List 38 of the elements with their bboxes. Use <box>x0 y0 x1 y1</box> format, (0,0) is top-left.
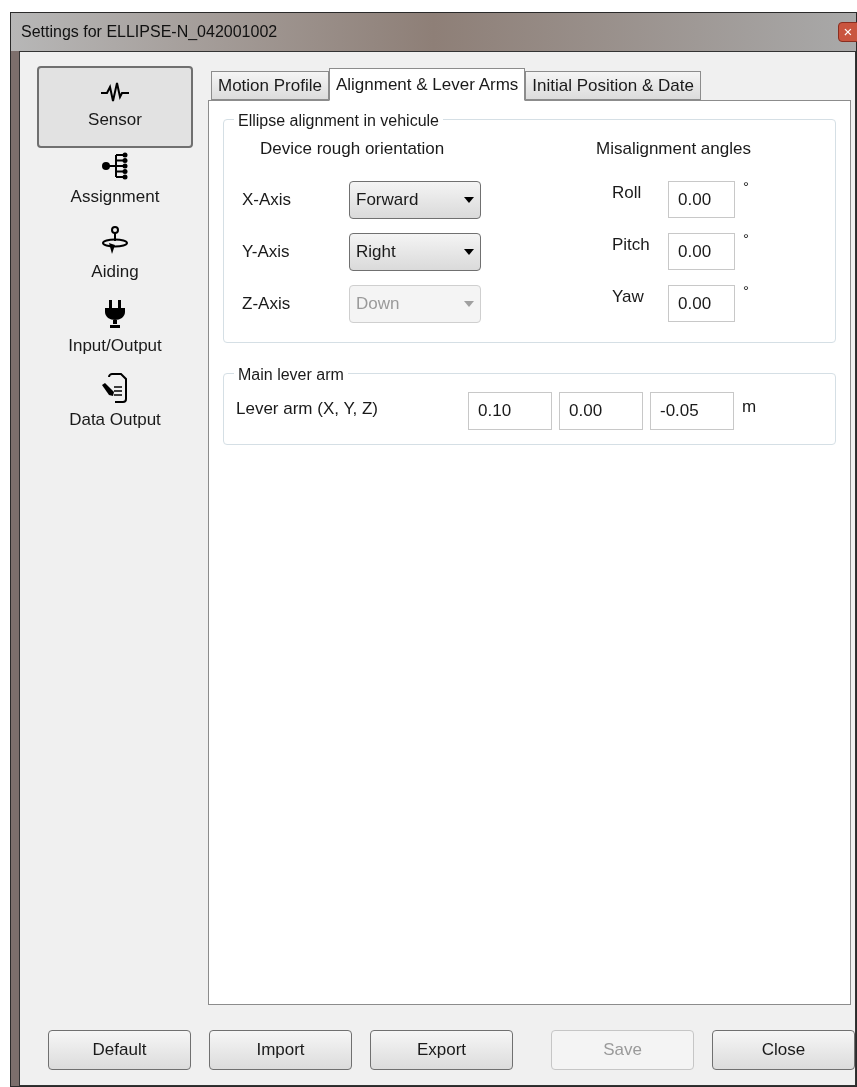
degree-unit: ° <box>743 228 749 249</box>
unit-label: m <box>742 395 757 418</box>
input-field[interactable]: 0.00 <box>559 391 643 430</box>
dropdown[interactable]: Right <box>349 232 481 271</box>
tab[interactable]: Motion Profile <box>211 71 329 100</box>
input-field[interactable]: 0.10 <box>468 391 552 430</box>
lever-arm-label: Lever arm (X, Y, Z) <box>236 397 380 420</box>
angle-label: Pitch <box>612 233 651 256</box>
dialog-button[interactable]: Close <box>712 1030 855 1070</box>
input-field[interactable]: 0.00 <box>668 181 735 218</box>
tab[interactable]: Initial Position & Date <box>525 71 701 100</box>
input-field[interactable]: 0.00 <box>668 233 735 270</box>
document-pen-icon <box>100 373 130 404</box>
tab[interactable]: Alignment & Lever Arms <box>328 68 526 101</box>
dialog-button[interactable]: Export <box>370 1030 513 1070</box>
axis-label: Z-Axis <box>241 292 292 315</box>
caret-icon <box>464 300 474 307</box>
window-title: Settings for ELLIPSE-N_042001002 <box>21 22 278 42</box>
input-field[interactable]: -0.05 <box>650 391 734 430</box>
column-heading: Device rough orientation <box>260 138 446 160</box>
caret-icon <box>464 248 474 255</box>
dialog-button[interactable]: Default <box>48 1030 191 1070</box>
axis-label: Y-Axis <box>241 240 291 263</box>
caret-icon <box>464 196 474 203</box>
dialog-button[interactable]: Import <box>209 1030 352 1070</box>
close-button[interactable]: × <box>838 22 857 42</box>
degree-unit: ° <box>743 176 749 197</box>
column-heading: Misalignment angles <box>596 138 751 160</box>
input-field[interactable]: 0.00 <box>668 285 735 322</box>
hierarchy-icon <box>100 152 130 181</box>
plug-icon <box>102 299 128 330</box>
dropdown[interactable]: Forward <box>349 180 481 219</box>
angle-label: Roll <box>612 181 643 204</box>
axis-label: X-Axis <box>241 188 293 211</box>
pulse-icon <box>100 81 130 104</box>
angle-label: Yaw <box>612 285 645 308</box>
degree-unit: ° <box>743 280 749 301</box>
sidebar-item[interactable]: Sensor <box>37 66 193 148</box>
